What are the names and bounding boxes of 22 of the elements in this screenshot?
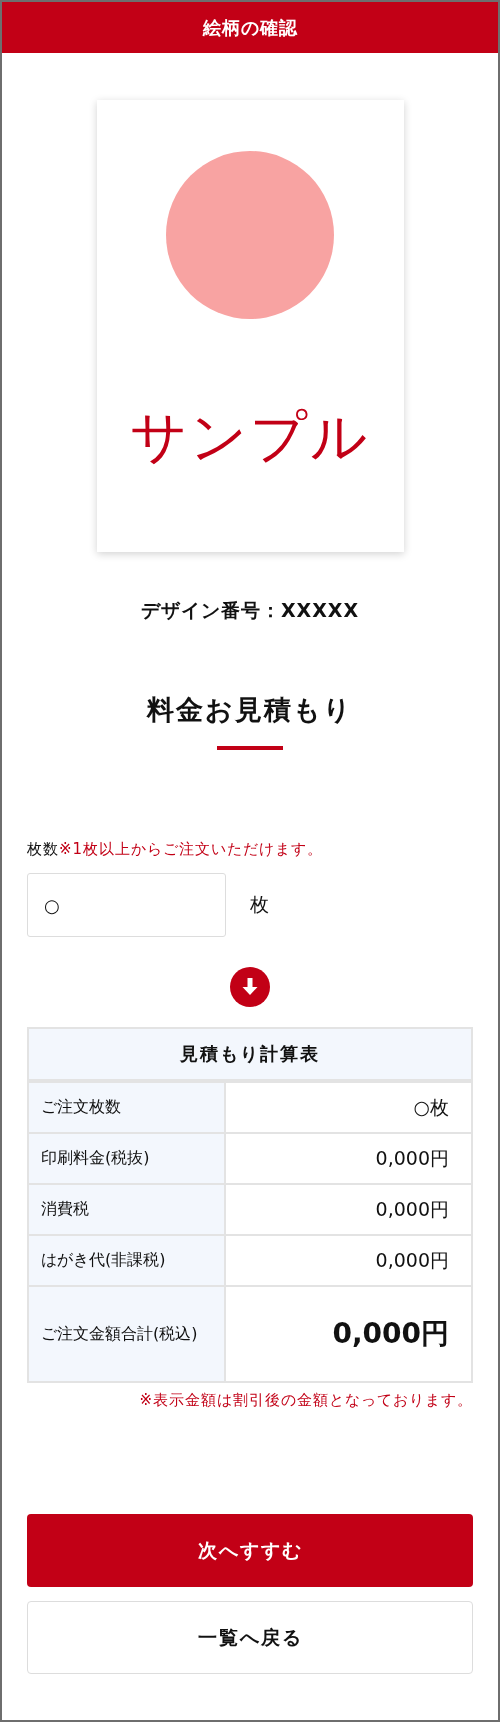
price-note: ※表示金額は割引後の金額となっております。: [138, 1391, 473, 1410]
table-cell: 印刷料金(税抜): [29, 1134, 226, 1183]
unit-label: 枚: [250, 892, 269, 917]
table-cell: ご注文金額合計(税込): [29, 1287, 226, 1381]
table-cell: 消費税: [29, 1185, 226, 1234]
table-cell: ご注文枚数: [29, 1083, 226, 1132]
sample-text: サンプル: [130, 409, 370, 465]
table-cell-text: 0,000円: [331, 1316, 450, 1352]
table-cell-text: 0,000円: [374, 1247, 450, 1273]
table-cell: はがき代(非課税): [29, 1236, 226, 1285]
table-title: 見積もり計算表: [29, 1029, 471, 1081]
page-title: 絵柄の確認: [202, 15, 298, 40]
table-cell-text: 0,000円: [374, 1145, 450, 1171]
next-button[interactable]: 次へすすむ: [27, 1514, 473, 1587]
back-button[interactable]: 一覧へ戻る: [27, 1601, 473, 1674]
design-number: デザイン番号：XXXXX: [139, 598, 361, 623]
quantity-note: ※1枚以上からご注文いただけます。: [59, 840, 324, 858]
table-cell-text: 0,000円: [374, 1196, 450, 1222]
quantity-field[interactable]: ○: [27, 873, 226, 937]
table-cell-text: ○枚: [412, 1094, 450, 1120]
quantity-label: 枚数: [27, 840, 59, 858]
section-heading: 料金お見積もり: [145, 693, 354, 727]
